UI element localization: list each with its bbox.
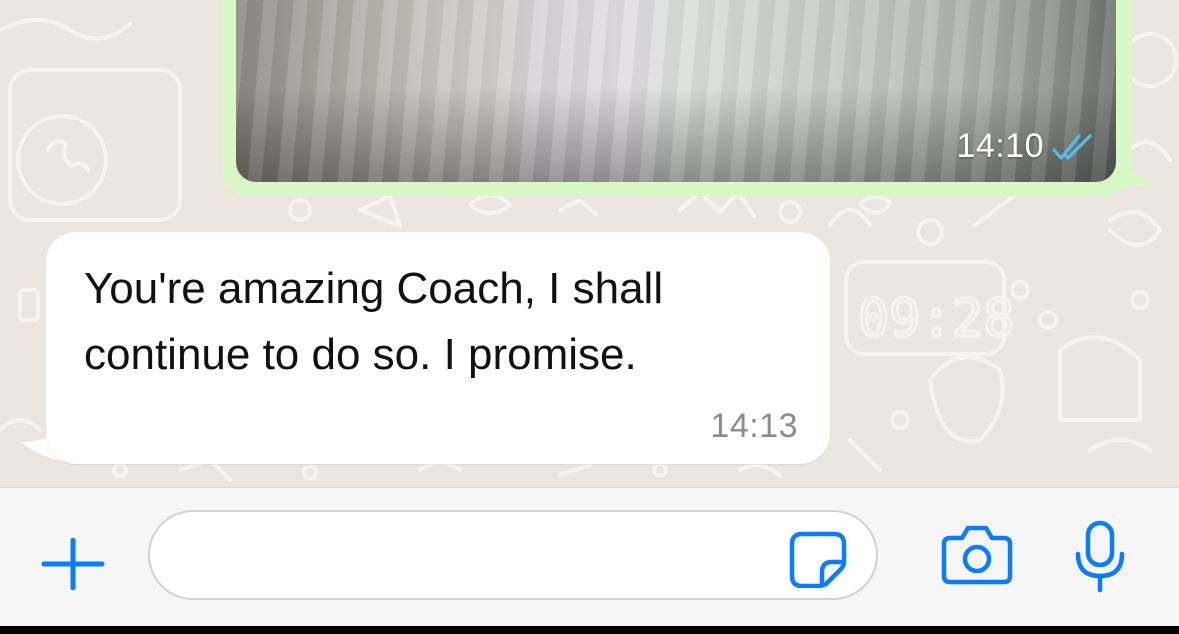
shared-photo[interactable]: 14:10	[236, 0, 1116, 182]
incoming-time: 14:13	[710, 407, 798, 445]
plus-icon[interactable]	[40, 538, 106, 590]
microphone-icon[interactable]	[1072, 520, 1128, 594]
outgoing-meta: 14:10	[956, 127, 1096, 166]
message-input-field[interactable]	[148, 510, 878, 600]
svg-text:09:28: 09:28	[858, 289, 1015, 349]
double-check-read-icon	[1052, 133, 1092, 160]
incoming-message-text: You're amazing Coach, I shall continue t…	[84, 264, 664, 379]
home-indicator-area	[0, 626, 1179, 634]
outgoing-time: 14:10	[956, 127, 1044, 165]
incoming-message-bubble[interactable]: You're amazing Coach, I shall continue t…	[46, 232, 830, 464]
camera-icon[interactable]	[940, 524, 1014, 586]
sticker-icon[interactable]	[788, 530, 848, 588]
message-input[interactable]	[180, 526, 784, 586]
